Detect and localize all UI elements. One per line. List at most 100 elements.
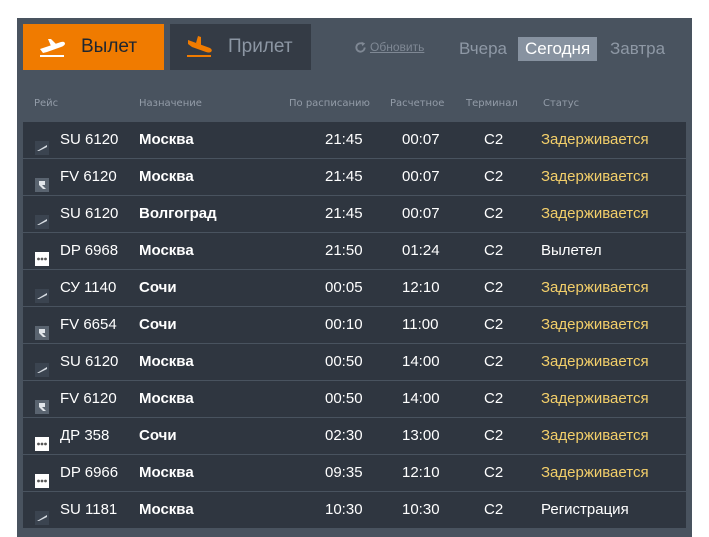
flight-number: SU 6120: [60, 205, 119, 222]
scheduled-time: 21:45: [325, 205, 363, 222]
flight-number: DP 6968: [60, 242, 119, 259]
estimated-time: 12:10: [402, 464, 440, 481]
flights-table: SU 6120 Москва 21:45 00:07 C2 Задерживае…: [23, 122, 686, 529]
column-header-destination: Назначение: [139, 98, 202, 109]
scheduled-time: 02:30: [325, 427, 363, 444]
column-header-terminal: Терминал: [466, 98, 518, 109]
day-today[interactable]: Сегодня: [518, 37, 598, 61]
terminal: C2: [484, 464, 504, 481]
terminal: C2: [484, 205, 504, 222]
flight-row[interactable]: DP 6966 Москва 09:35 12:10 C2 Задерживае…: [23, 455, 686, 492]
refresh-label: Обновить: [370, 40, 425, 54]
pobeda-logo-icon: [35, 429, 49, 451]
rossiya-logo-icon: [35, 170, 49, 192]
flight-row[interactable]: FV 6654 Сочи 00:10 11:00 C2 Задерживаетс…: [23, 307, 686, 344]
destination: Волгоград: [139, 205, 217, 222]
terminal: C2: [484, 131, 504, 148]
rossiya-logo-icon: [35, 318, 49, 340]
estimated-time: 14:00: [402, 353, 440, 370]
terminal: C2: [484, 427, 504, 444]
flight-status: Вылетел: [541, 242, 602, 259]
terminal: C2: [484, 353, 504, 370]
flight-row[interactable]: SU 6120 Москва 00:50 14:00 C2 Задерживае…: [23, 344, 686, 381]
estimated-time: 13:00: [402, 427, 440, 444]
flight-number: FV 6120: [60, 168, 117, 185]
column-header-scheduled: По расписанию: [289, 98, 370, 109]
flight-status: Задерживается: [541, 390, 649, 407]
flight-row[interactable]: СУ 1140 Сочи 00:05 12:10 C2 Задерживаетс…: [23, 270, 686, 307]
flight-status: Задерживается: [541, 427, 649, 444]
flight-row[interactable]: FV 6120 Москва 21:45 00:07 C2 Задерживае…: [23, 159, 686, 196]
aeroflot-logo-icon: [35, 503, 49, 525]
terminal: C2: [484, 279, 504, 296]
scheduled-time: 09:35: [325, 464, 363, 481]
flight-row[interactable]: ДР 358 Сочи 02:30 13:00 C2 Задерживается: [23, 418, 686, 455]
tab-departures[interactable]: Вылет: [23, 24, 164, 70]
flight-number: FV 6654: [60, 316, 117, 333]
flight-status: Задерживается: [541, 464, 649, 481]
scheduled-time: 00:50: [325, 390, 363, 407]
scheduled-time: 21:45: [325, 131, 363, 148]
flight-number: ДР 358: [60, 427, 110, 444]
scheduled-time: 10:30: [325, 501, 363, 518]
destination: Москва: [139, 390, 194, 407]
day-tomorrow[interactable]: Завтра: [603, 37, 672, 61]
estimated-time: 00:07: [402, 168, 440, 185]
aeroflot-logo-icon: [35, 207, 49, 229]
destination: Москва: [139, 131, 194, 148]
flight-status: Задерживается: [541, 205, 649, 222]
estimated-time: 01:24: [402, 242, 440, 259]
terminal: C2: [484, 316, 504, 333]
scheduled-time: 21:50: [325, 242, 363, 259]
aeroflot-logo-icon: [35, 133, 49, 155]
flight-status: Задерживается: [541, 279, 649, 296]
destination: Москва: [139, 464, 194, 481]
destination: Сочи: [139, 316, 177, 333]
destination: Москва: [139, 242, 194, 259]
scheduled-time: 00:50: [325, 353, 363, 370]
estimated-time: 00:07: [402, 131, 440, 148]
flight-number: SU 1181: [60, 501, 118, 518]
refresh-link[interactable]: Обновить: [354, 40, 424, 54]
estimated-time: 11:00: [402, 316, 439, 333]
destination: Сочи: [139, 427, 177, 444]
flight-row[interactable]: SU 6120 Волгоград 21:45 00:07 C2 Задержи…: [23, 196, 686, 233]
scheduled-time: 00:10: [325, 316, 363, 333]
tab-departures-label: Вылет: [81, 36, 138, 57]
terminal: C2: [484, 390, 504, 407]
rossiya-logo-icon: [35, 392, 49, 414]
plane-takeoff-icon: [40, 39, 65, 57]
destination: Москва: [139, 501, 194, 518]
flight-status: Задерживается: [541, 131, 649, 148]
column-header-flight: Рейс: [34, 98, 59, 109]
destination: Сочи: [139, 279, 177, 296]
flight-board: Вылет Прилет Обновить Вчера Сегодня Завт…: [17, 18, 692, 537]
estimated-time: 00:07: [402, 205, 440, 222]
pobeda-logo-icon: [35, 466, 49, 488]
flight-number: СУ 1140: [60, 279, 117, 296]
terminal: C2: [484, 501, 504, 518]
column-header-status: Статус: [543, 98, 580, 109]
terminal: C2: [484, 242, 504, 259]
estimated-time: 12:10: [402, 279, 440, 296]
flight-number: FV 6120: [60, 390, 117, 407]
flight-row[interactable]: SU 1181 Москва 10:30 10:30 C2 Регистраци…: [23, 492, 686, 529]
aeroflot-logo-icon: [35, 355, 49, 377]
aeroflot-logo-icon: [35, 281, 49, 303]
flight-number: DP 6966: [60, 464, 119, 481]
column-header-estimated: Расчетное: [390, 98, 445, 109]
estimated-time: 14:00: [402, 390, 440, 407]
tab-arrivals[interactable]: Прилет: [170, 24, 311, 70]
flight-row[interactable]: FV 6120 Москва 00:50 14:00 C2 Задерживае…: [23, 381, 686, 418]
flight-status: Задерживается: [541, 316, 649, 333]
day-yesterday[interactable]: Вчера: [452, 37, 514, 61]
flight-row[interactable]: DP 6968 Москва 21:50 01:24 C2 Вылетел: [23, 233, 686, 270]
destination: Москва: [139, 353, 194, 370]
scheduled-time: 21:45: [325, 168, 363, 185]
terminal: C2: [484, 168, 504, 185]
destination: Москва: [139, 168, 194, 185]
flight-row[interactable]: SU 6120 Москва 21:45 00:07 C2 Задерживае…: [23, 122, 686, 159]
estimated-time: 10:30: [402, 501, 440, 518]
flight-status: Задерживается: [541, 168, 649, 185]
pobeda-logo-icon: [35, 244, 49, 266]
